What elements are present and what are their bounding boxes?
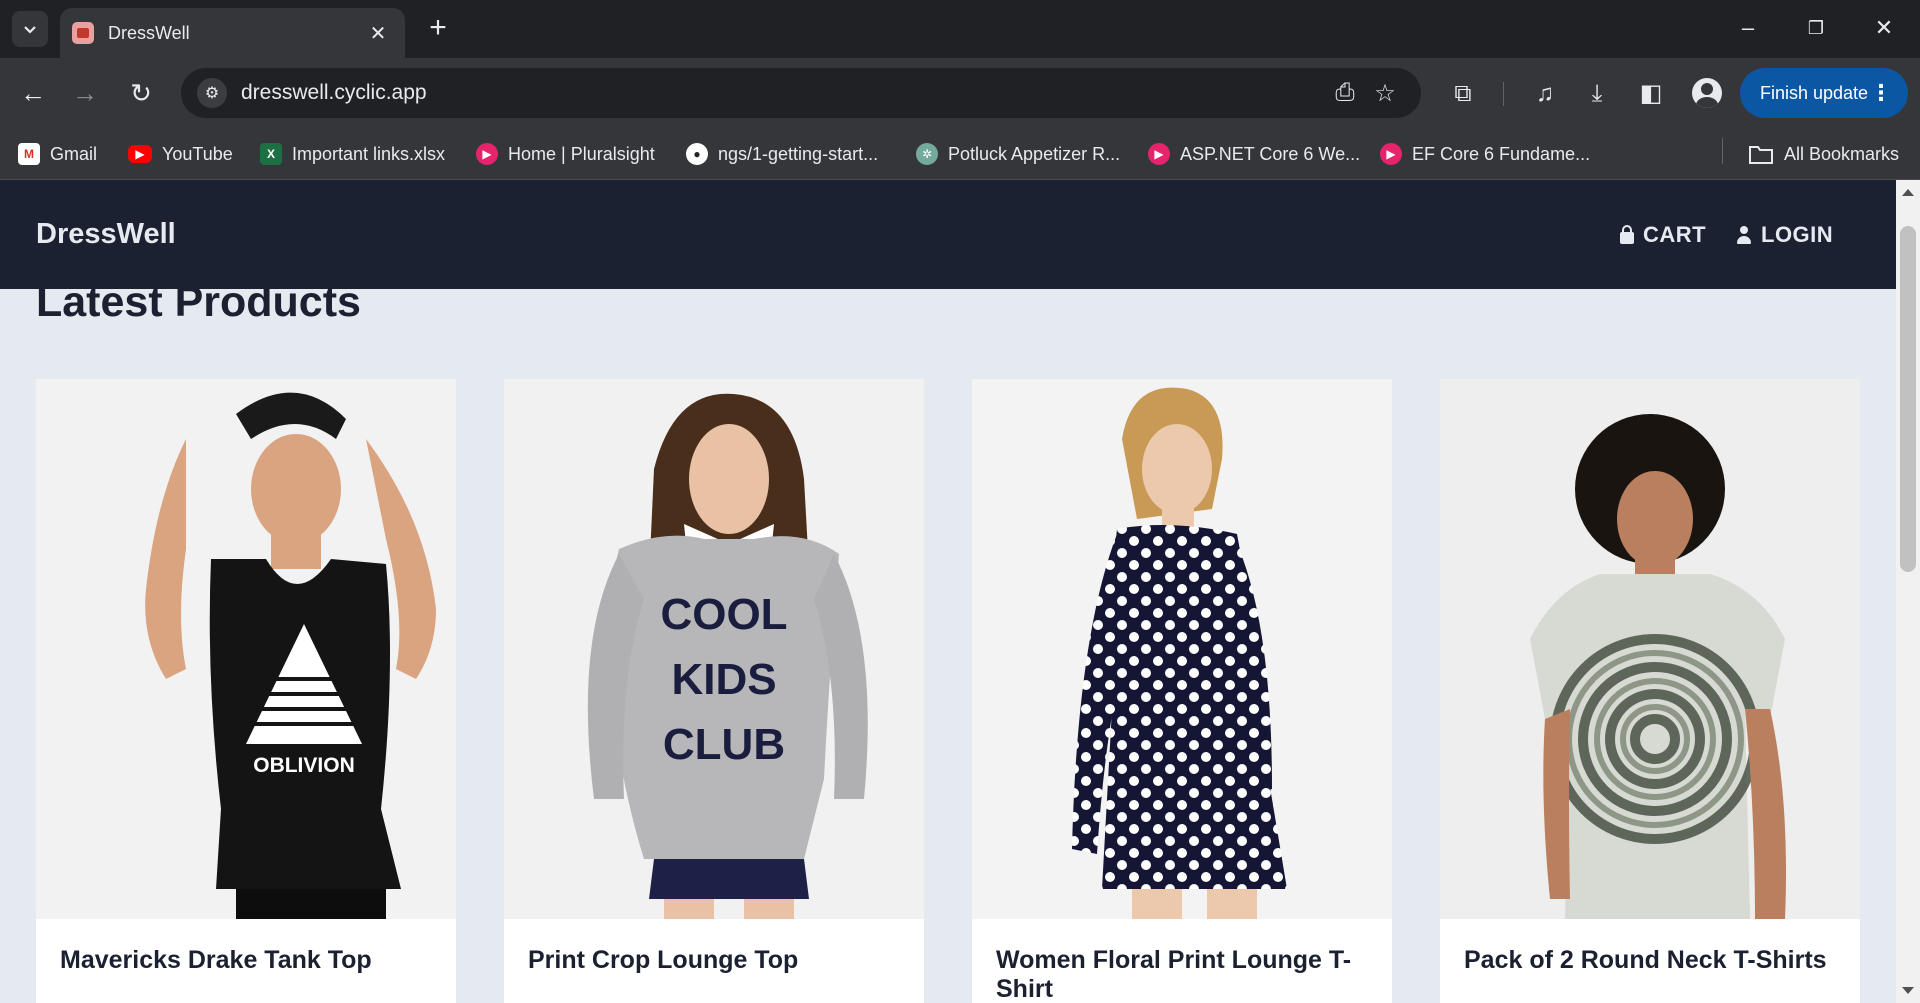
tank-top-model-image: OBLIVION — [36, 379, 456, 919]
toolbar-divider — [1503, 82, 1504, 106]
user-icon — [1736, 226, 1752, 244]
tab-search-button[interactable] — [12, 11, 48, 47]
product-image[interactable]: OBLIVION — [36, 379, 456, 919]
all-bookmarks[interactable]: All Bookmarks — [1748, 140, 1899, 168]
bookmark-label: EF Core 6 Fundame... — [1412, 143, 1591, 164]
bookmark-efcore[interactable]: ▶ EF Core 6 Fundame... — [1380, 140, 1590, 168]
address-bar[interactable]: ⚙ dresswell.cyclic.app ⎙ ☆ — [181, 68, 1421, 118]
extensions-icon[interactable]: ⧉ — [1445, 76, 1481, 112]
cart-label: CART — [1643, 222, 1707, 247]
product-name[interactable]: Mavericks Drake Tank Top — [60, 946, 432, 975]
restore-icon[interactable]: ❐ — [1796, 10, 1836, 46]
pluralsight-icon: ▶ — [1148, 143, 1170, 165]
bookmark-aspnet[interactable]: ▶ ASP.NET Core 6 We... — [1148, 140, 1360, 168]
club-print-text: CLUB — [663, 720, 785, 769]
downloads-icon[interactable]: ⤓ — [1579, 76, 1615, 112]
forward-icon[interactable]: → — [66, 74, 104, 112]
browser-tab[interactable]: DressWell ✕ — [60, 8, 405, 58]
more-menu-icon[interactable]: ⋮ — [1870, 80, 1892, 106]
gmail-icon: M — [18, 143, 40, 165]
folder-icon — [1749, 146, 1773, 164]
new-tab-button[interactable]: + — [422, 12, 454, 44]
profile-avatar-icon[interactable] — [1692, 78, 1722, 108]
github-icon: ● — [686, 143, 708, 165]
close-tab-icon[interactable]: ✕ — [365, 21, 391, 46]
bookmark-label: Home | Pluralsight — [508, 143, 655, 164]
media-controls-icon[interactable]: ♫ — [1527, 76, 1563, 112]
bookmark-label: Potluck Appetizer R... — [948, 143, 1121, 164]
login-label: LOGIN — [1761, 222, 1834, 247]
bookmarks-divider — [1722, 138, 1723, 164]
scroll-up-icon[interactable] — [1902, 189, 1914, 196]
cart-icon — [1620, 225, 1634, 244]
bookmark-label: ASP.NET Core 6 We... — [1180, 143, 1361, 164]
polka-dress-model-image — [972, 379, 1392, 919]
sweatshirt-model-image: COOL KIDS CLUB — [504, 379, 924, 919]
chatgpt-icon: ✲ — [916, 143, 938, 165]
product-name[interactable]: Pack of 2 Round Neck T-Shirts — [1464, 946, 1836, 975]
page-scrollbar[interactable] — [1896, 180, 1920, 1003]
product-card[interactable]: COOL KIDS CLUB Print Crop Lounge Top — [504, 379, 924, 1003]
login-link[interactable]: LOGIN — [1736, 222, 1833, 248]
site-info-icon[interactable]: ⚙ — [197, 78, 227, 108]
pluralsight-icon: ▶ — [1380, 143, 1402, 165]
dresswell-favicon-icon — [72, 22, 94, 44]
cool-print-text: COOL — [660, 590, 787, 639]
side-panel-icon[interactable]: ◧ — [1633, 76, 1669, 112]
bookmark-star-icon[interactable]: ☆ — [1365, 79, 1405, 108]
product-card[interactable]: OBLIVION Mavericks Drake Tank Top — [36, 379, 456, 1003]
bookmark-youtube[interactable]: ▶ YouTube — [128, 140, 233, 168]
cart-link[interactable]: CART — [1620, 222, 1706, 248]
web-page: DressWell CART LOGIN Latest Products OBL… — [0, 180, 1896, 1003]
back-icon[interactable]: ← — [14, 74, 52, 112]
bookmarks-bar: M Gmail ▶ YouTube X Important links.xlsx… — [0, 128, 1920, 180]
bookmark-potluck[interactable]: ✲ Potluck Appetizer R... — [916, 140, 1120, 168]
close-window-icon[interactable]: ✕ — [1864, 10, 1904, 46]
finish-update-label: Finish update — [1760, 82, 1869, 103]
scroll-down-icon[interactable] — [1902, 987, 1914, 994]
browser-toolbar: ← → ↻ ⚙ dresswell.cyclic.app ⎙ ☆ ⧉ ♫ ⤓ ◧ — [0, 58, 1920, 128]
reload-icon[interactable]: ↻ — [122, 74, 160, 112]
oblivion-print-text: OBLIVION — [253, 754, 355, 777]
product-name[interactable]: Print Crop Lounge Top — [528, 946, 900, 975]
tie-dye-tshirt-model-image — [1440, 379, 1860, 919]
install-app-icon[interactable]: ⎙ — [1325, 79, 1365, 107]
bookmark-important-links[interactable]: X Important links.xlsx — [260, 140, 445, 168]
bookmark-github[interactable]: ● ngs/1-getting-start... — [686, 140, 878, 168]
product-image[interactable]: COOL KIDS CLUB — [504, 379, 924, 919]
section-title: Latest Products — [36, 278, 361, 326]
pluralsight-icon: ▶ — [476, 143, 498, 165]
finish-update-button[interactable]: Finish update ⋮ — [1740, 68, 1908, 118]
bookmark-label: YouTube — [162, 143, 233, 164]
chevron-down-icon — [24, 26, 36, 34]
tab-title: DressWell — [108, 22, 190, 43]
bookmark-gmail[interactable]: M Gmail — [18, 140, 97, 168]
bookmark-label: Important links.xlsx — [292, 143, 446, 164]
all-bookmarks-label: All Bookmarks — [1784, 143, 1900, 164]
product-card[interactable]: Women Floral Print Lounge T-Shirt — [972, 379, 1392, 1003]
site-brand[interactable]: DressWell — [36, 218, 176, 251]
product-card[interactable]: Pack of 2 Round Neck T-Shirts — [1440, 379, 1860, 1003]
site-header: DressWell CART LOGIN — [0, 180, 1896, 289]
bookmark-pluralsight-home[interactable]: ▶ Home | Pluralsight — [476, 140, 655, 168]
minimize-icon[interactable]: – — [1728, 10, 1768, 46]
kids-print-text: KIDS — [671, 655, 776, 704]
bookmark-label: Gmail — [50, 143, 98, 164]
scrollbar-thumb[interactable] — [1900, 226, 1916, 572]
product-name[interactable]: Women Floral Print Lounge T-Shirt — [996, 946, 1368, 1003]
excel-icon: X — [260, 143, 282, 165]
bookmark-label: ngs/1-getting-start... — [718, 143, 879, 164]
youtube-icon: ▶ — [128, 145, 152, 163]
product-image[interactable] — [1440, 379, 1860, 919]
browser-tabstrip: DressWell ✕ + – ❐ ✕ — [0, 0, 1920, 58]
product-image[interactable] — [972, 379, 1392, 919]
url-text[interactable]: dresswell.cyclic.app — [241, 81, 1325, 105]
